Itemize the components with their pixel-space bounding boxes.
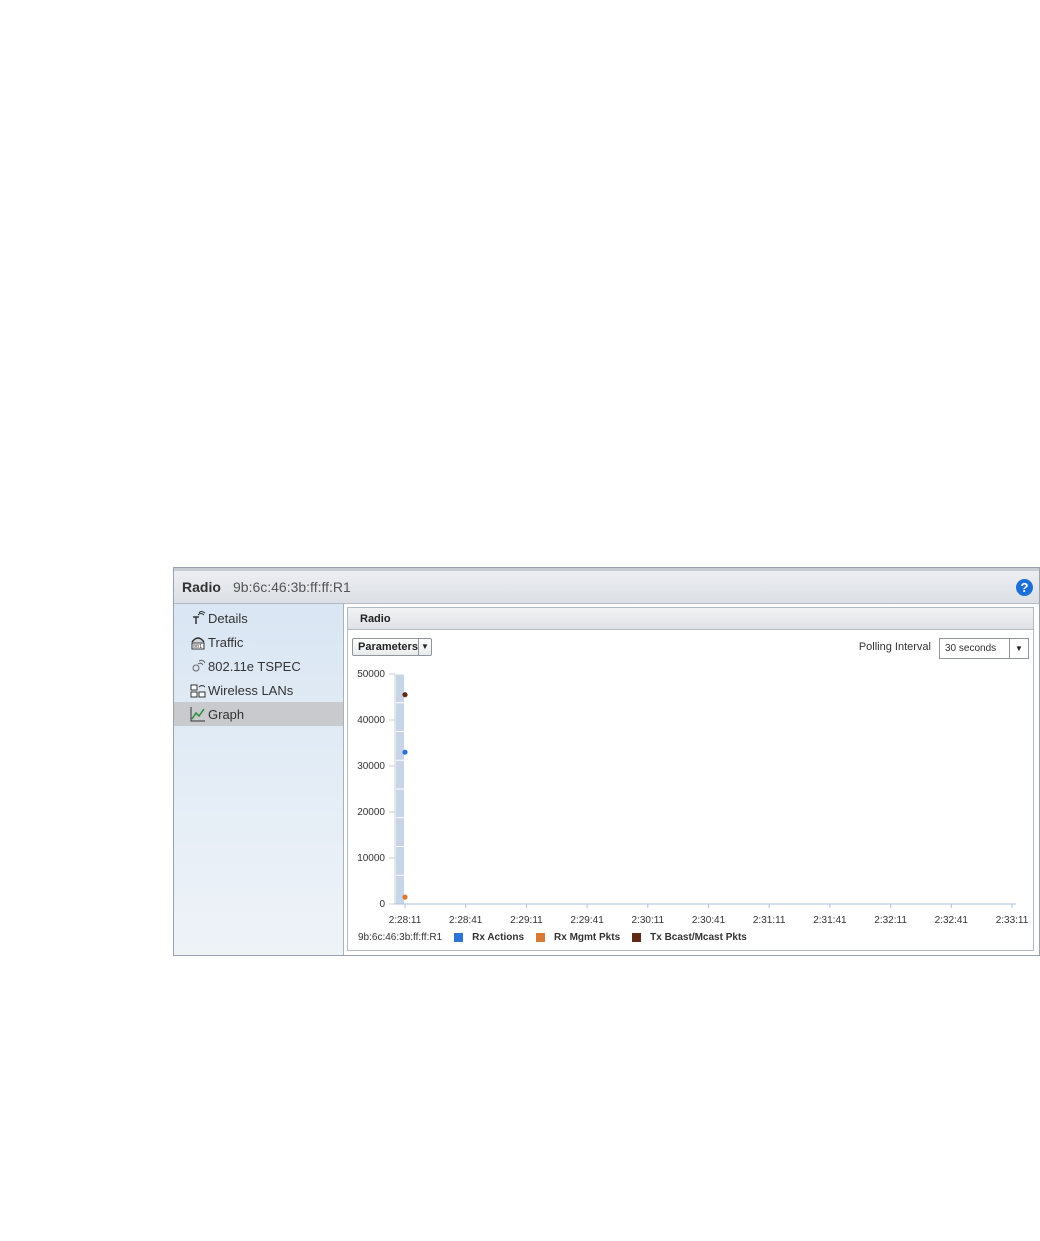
x-tick-label: 2:30:41 [692, 915, 726, 926]
sidebar-item-label: 802.11e TSPEC [208, 658, 301, 674]
x-tick-label: 2:28:11 [389, 915, 422, 926]
window-title: Radio [182, 579, 221, 595]
legend-label-rx-mgmt[interactable]: Rx Mgmt Pkts [554, 932, 620, 943]
y-tick-label: 40000 [357, 715, 385, 726]
window-header: Radio 9b:6c:46:3b:ff:ff:R1 ? [174, 568, 1039, 604]
x-tick-label: 2:28:41 [449, 915, 483, 926]
y-tick-label: 30000 [357, 761, 385, 772]
traffic-meter-icon: 001 [191, 637, 205, 650]
x-tick-label: 2:30:11 [631, 915, 664, 926]
graph-icon [190, 707, 205, 722]
sidebar-item-graph[interactable]: Graph [174, 702, 343, 726]
x-tick-label: 2:31:41 [813, 915, 847, 926]
sidebar-item-label: Details [208, 610, 248, 626]
x-tick-label: 2:32:41 [935, 915, 969, 926]
window-subtitle: 9b:6c:46:3b:ff:ff:R1 [233, 579, 351, 595]
y-tick-label: 50000 [357, 669, 385, 680]
data-point [402, 692, 408, 698]
graph-panel: Radio Parameters ▼ Polling Interval 30 s… [347, 607, 1034, 951]
y-tick-label: 10000 [357, 853, 385, 864]
legend-host: 9b:6c:46:3b:ff:ff:R1 [358, 932, 443, 943]
x-tick-label: 2:32:11 [874, 915, 907, 926]
sidebar-item-traffic[interactable]: 001 Traffic [174, 630, 343, 654]
sidebar-item-label: Traffic [208, 634, 244, 650]
legend-swatch-rx-mgmt [536, 933, 546, 942]
x-tick-label: 2:33:11 [996, 915, 1029, 926]
x-tick-label: 2:29:11 [510, 915, 543, 926]
sidebar-item-wireless-lans[interactable]: Wireless LANs [174, 678, 343, 702]
wireless-qos-icon [192, 659, 206, 672]
sidebar-item-label: Wireless LANs [208, 682, 294, 698]
legend-label-rx-actions[interactable]: Rx Actions [472, 932, 524, 943]
data-point [402, 894, 408, 900]
radio-window: Radio 9b:6c:46:3b:ff:ff:R1 ? Details 001… [173, 567, 1040, 956]
wlan-icon [190, 684, 206, 698]
y-tick-label: 20000 [357, 807, 385, 818]
legend-label-tx-bcast[interactable]: Tx Bcast/Mcast Pkts [650, 932, 747, 943]
graph-chart: 0 10000 20000 30000 40000 50000 2:28:11 2:28:41… [357, 669, 1029, 926]
data-point [402, 749, 408, 755]
sidebar-item-label: Graph [208, 706, 245, 722]
svg-text:001: 001 [193, 644, 202, 650]
y-tick-label: 0 [379, 899, 385, 910]
legend-swatch-tx-bcast [632, 933, 642, 942]
chart-legend: 9b:6c:46:3b:ff:ff:R1 Rx Actions Rx Mgmt … [358, 932, 759, 943]
sidebar-item-details[interactable]: Details [174, 606, 343, 630]
radio-antenna-icon [193, 611, 206, 624]
x-tick-label: 2:29:41 [570, 915, 604, 926]
help-icon[interactable]: ? [1016, 579, 1033, 596]
legend-swatch-rx-actions [454, 933, 464, 942]
x-tick-label: 2:31:11 [753, 915, 786, 926]
sidebar-item-tspec[interactable]: 802.11e TSPEC [174, 654, 343, 678]
sidebar: Details 001 Traffic 802.11e TSPEC Wirele… [174, 604, 344, 955]
